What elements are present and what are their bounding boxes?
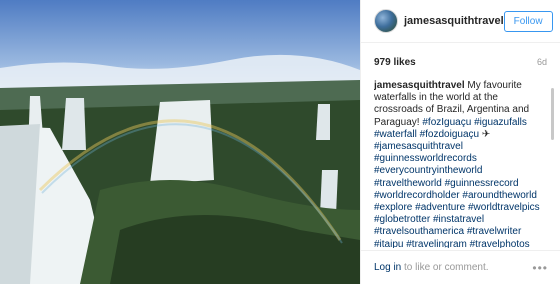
hashtag-link[interactable]: #travelphotos: [470, 239, 530, 248]
hashtag-link[interactable]: #aroundtheworld: [462, 190, 537, 201]
hashtag-link[interactable]: #globetrotter: [374, 214, 430, 225]
hashtag-link[interactable]: #everycountryintheworld: [374, 165, 482, 176]
caption-emoji: ✈: [481, 128, 491, 140]
post-age[interactable]: 6d: [537, 57, 547, 67]
post-photo[interactable]: [0, 0, 360, 284]
hashtag-link[interactable]: #adventure: [415, 202, 465, 213]
avatar[interactable]: [374, 9, 398, 33]
login-link[interactable]: Log in: [374, 262, 401, 273]
likes-count[interactable]: 979 likes: [374, 57, 416, 68]
caption-author[interactable]: jamesasquithtravel: [374, 80, 465, 91]
follow-button[interactable]: Follow: [503, 10, 553, 32]
hashtag-link[interactable]: #guinnessworldrecords: [374, 153, 477, 164]
waterfall-image: [0, 0, 360, 284]
post-header: jamesasquithtravel Follow: [361, 0, 560, 43]
hashtag-link[interactable]: #travelsouthamerica: [374, 226, 464, 237]
more-options-icon[interactable]: •••: [532, 261, 548, 275]
hashtag-link[interactable]: #worldtravelpics: [468, 202, 540, 213]
hashtag-link[interactable]: #fozIguaçu: [422, 117, 471, 128]
hashtag-link[interactable]: #jamesasquithtravel: [374, 141, 463, 152]
username[interactable]: jamesasquithtravel: [404, 15, 504, 27]
post-meta: 979 likes 6d: [361, 49, 560, 75]
login-prompt-rest: to like or comment.: [401, 262, 489, 273]
hashtag-link[interactable]: #instatravel: [433, 214, 484, 225]
hashtag-link[interactable]: #travelingram: [406, 239, 467, 248]
login-prompt: Log in to like or comment.: [374, 262, 489, 273]
hashtag-link[interactable]: #explore: [374, 202, 412, 213]
hashtag-link[interactable]: #waterfall: [374, 129, 417, 140]
post-footer: Log in to like or comment. •••: [361, 250, 560, 284]
hashtag-link[interactable]: #guinnessrecord: [445, 178, 519, 189]
post-side-panel: jamesasquithtravel Follow 979 likes 6d j…: [360, 0, 560, 284]
hashtag-link[interactable]: #fozdoiguaçu: [420, 129, 480, 140]
hashtag-link[interactable]: #travelwriter: [467, 226, 521, 237]
comments-scrollbar[interactable]: [551, 88, 554, 140]
hashtag-link[interactable]: #worldrecordholder: [374, 190, 460, 201]
hashtag-link[interactable]: #traveltheworld: [374, 178, 442, 189]
hashtag-list: #fozIguaçu #iguazufalls #waterfall #fozd…: [374, 117, 540, 248]
hashtag-link[interactable]: #itaipu: [374, 239, 403, 248]
hashtag-link[interactable]: #iguazufalls: [474, 117, 527, 128]
caption: jamesasquithtravel My favourite waterfal…: [374, 80, 548, 248]
